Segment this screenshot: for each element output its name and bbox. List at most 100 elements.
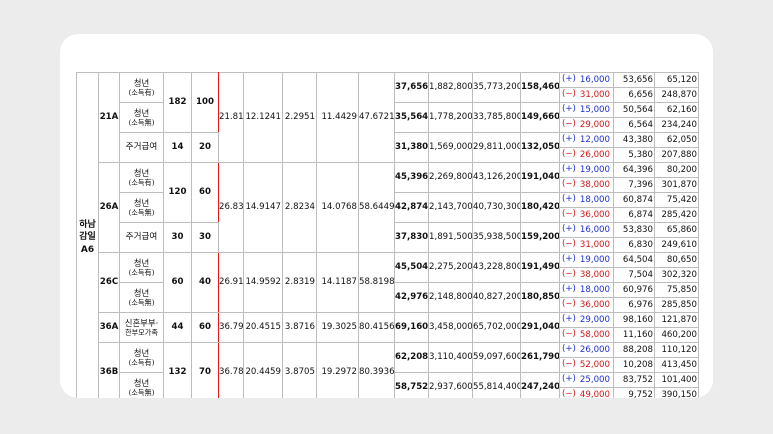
area-n3-cell: 2.8234	[282, 162, 317, 253]
rent-r-cell: 180,850	[520, 282, 560, 313]
count-b-cell: 20	[191, 132, 219, 163]
count-b-cell: 60	[191, 312, 219, 343]
type-cell: 26C	[98, 252, 120, 313]
conversion-cell: (+) 25,000	[559, 372, 614, 388]
sub-label-cell: 신혼부부· 한부모가족	[119, 312, 164, 343]
area-n1-cell: 36.78	[218, 342, 244, 398]
rent-r-cell: 191,040	[520, 162, 560, 193]
conversion-sign: (+)	[562, 164, 576, 174]
converted-b-cell: 62,050	[654, 132, 699, 148]
rent-p-cell: 62,208	[394, 342, 429, 373]
converted-b-cell: 249,610	[654, 237, 699, 253]
rent-p-cell: 45,504	[394, 252, 429, 283]
conversion-cell: (+) 19,000	[559, 162, 614, 178]
converted-b-cell: 121,870	[654, 312, 699, 328]
area-n5-cell: 80.3936	[358, 342, 395, 398]
area-n5-cell: 58.6449	[358, 162, 395, 253]
area-n3-cell: 3.8705	[282, 342, 317, 398]
table-row: 하남 감일 A6 21A 청년 (소득有) 182 100 21.81 12.1241 2.2951…	[76, 72, 699, 398]
area-n1-cell: 26.83	[218, 162, 244, 253]
conversion-sign: (+)	[562, 344, 576, 354]
sub-label-cell: 청년 (소득有)	[119, 252, 164, 283]
rent-m-cell: 59,097,600	[472, 342, 521, 373]
converted-b-cell: 207,880	[654, 147, 699, 163]
region-cell: 하남 감일 A6	[76, 72, 99, 398]
rent-d-cell: 2,275,200	[428, 252, 473, 283]
conversion-sign: (+)	[562, 224, 576, 234]
conversion-cell: (+) 18,000	[559, 282, 614, 298]
rent-m-cell: 43,228,800	[472, 252, 521, 283]
rent-d-cell: 3,110,400	[428, 342, 473, 373]
conversion-cell: (−) 36,000	[559, 297, 614, 313]
conversion-cell: (+) 29,000	[559, 312, 614, 328]
conversion-sign: (+)	[562, 104, 576, 114]
sub-note: 한부모가족	[124, 328, 159, 338]
sub-label-cell: 청년 (소득無)	[119, 282, 164, 313]
table-row: 36B 청년 (소득有) 132 70 36.78 20.4459 3.8705 19.2972…	[77, 342, 699, 398]
sub-label-cell: 청년 (소득無)	[119, 372, 164, 398]
rent-d-cell: 2,148,800	[428, 282, 473, 313]
sub-note: (소득無)	[128, 208, 155, 218]
sub-label: 청년	[133, 77, 150, 88]
conversion-sign: (−)	[562, 239, 576, 249]
sub-label: 청년	[133, 377, 150, 388]
conversion-sign: (+)	[562, 314, 576, 324]
sub-label: 청년	[133, 257, 150, 268]
sub-note: (소득有)	[128, 358, 155, 368]
converted-a-cell: 60,874	[613, 192, 655, 208]
converted-a-cell: 83,752	[613, 372, 655, 388]
rent-m-cell: 33,785,800	[472, 102, 521, 133]
count-a-cell: 14	[163, 132, 192, 163]
converted-b-cell: 285,420	[654, 207, 699, 223]
converted-a-cell: 50,564	[613, 102, 655, 118]
converted-b-cell: 285,850	[654, 297, 699, 313]
count-a-cell: 44	[163, 312, 192, 343]
count-b-cell: 100	[191, 72, 219, 133]
sub-label-cell: 청년 (소득有)	[119, 72, 164, 103]
rent-r-cell: 158,460	[520, 72, 560, 103]
sub-label: 주거급여	[125, 142, 158, 153]
conversion-cell: (−) 29,000	[559, 117, 614, 133]
converted-b-cell: 413,450	[654, 357, 699, 373]
conversion-cell: (−) 38,000	[559, 267, 614, 283]
conversion-cell: (−) 49,000	[559, 387, 614, 398]
rent-p-cell: 37,830	[394, 222, 429, 253]
converted-a-cell: 60,976	[613, 282, 655, 298]
sub-label-cell: 청년 (소득有)	[119, 162, 164, 193]
table-row: 26C 청년 (소득有) 60 40 26.91 14.9592 2.8319 14.1187 5…	[77, 252, 699, 313]
rent-r-cell: 247,240	[520, 372, 560, 398]
sub-note: (소득有)	[128, 88, 155, 98]
conversion-sign: (−)	[562, 359, 576, 369]
sub-label: 주거급여	[125, 232, 158, 243]
converted-a-cell: 53,656	[613, 72, 655, 88]
converted-b-cell: 65,120	[654, 72, 699, 88]
area-n4-cell: 19.3025	[316, 312, 359, 343]
rent-m-cell: 65,702,000	[472, 312, 521, 343]
area-n1-cell: 21.81	[218, 72, 244, 163]
conversion-sign: (+)	[562, 284, 576, 294]
converted-b-cell: 460,200	[654, 327, 699, 343]
rent-p-cell: 42,976	[394, 282, 429, 313]
rent-m-cell: 35,938,500	[472, 222, 521, 253]
conversion-sign: (−)	[562, 329, 576, 339]
area-n5-cell: 58.8198	[358, 252, 395, 313]
conversion-cell: (+) 12,000	[559, 132, 614, 148]
conversion-sign: (−)	[562, 179, 576, 189]
converted-a-cell: 5,380	[613, 147, 655, 163]
sub-note: (소득有)	[128, 178, 155, 188]
area-n5-cell: 80.4156	[358, 312, 395, 343]
area-n4-cell: 14.0768	[316, 162, 359, 253]
sub-label: 청년	[133, 287, 150, 298]
conversion-sign: (+)	[562, 374, 576, 384]
sub-note: (소득無)	[128, 118, 155, 128]
rent-p-cell: 31,380	[394, 132, 429, 163]
conversion-cell: (−) 31,000	[559, 87, 614, 103]
conversion-cell: (+) 15,000	[559, 102, 614, 118]
rent-r-cell: 291,040	[520, 312, 560, 343]
rent-d-cell: 2,937,600	[428, 372, 473, 398]
sub-label: 청년	[133, 347, 150, 358]
conversion-cell: (+) 16,000	[559, 222, 614, 238]
area-n3-cell: 2.2951	[282, 72, 317, 163]
conversion-sign: (−)	[562, 209, 576, 219]
converted-b-cell: 110,120	[654, 342, 699, 358]
